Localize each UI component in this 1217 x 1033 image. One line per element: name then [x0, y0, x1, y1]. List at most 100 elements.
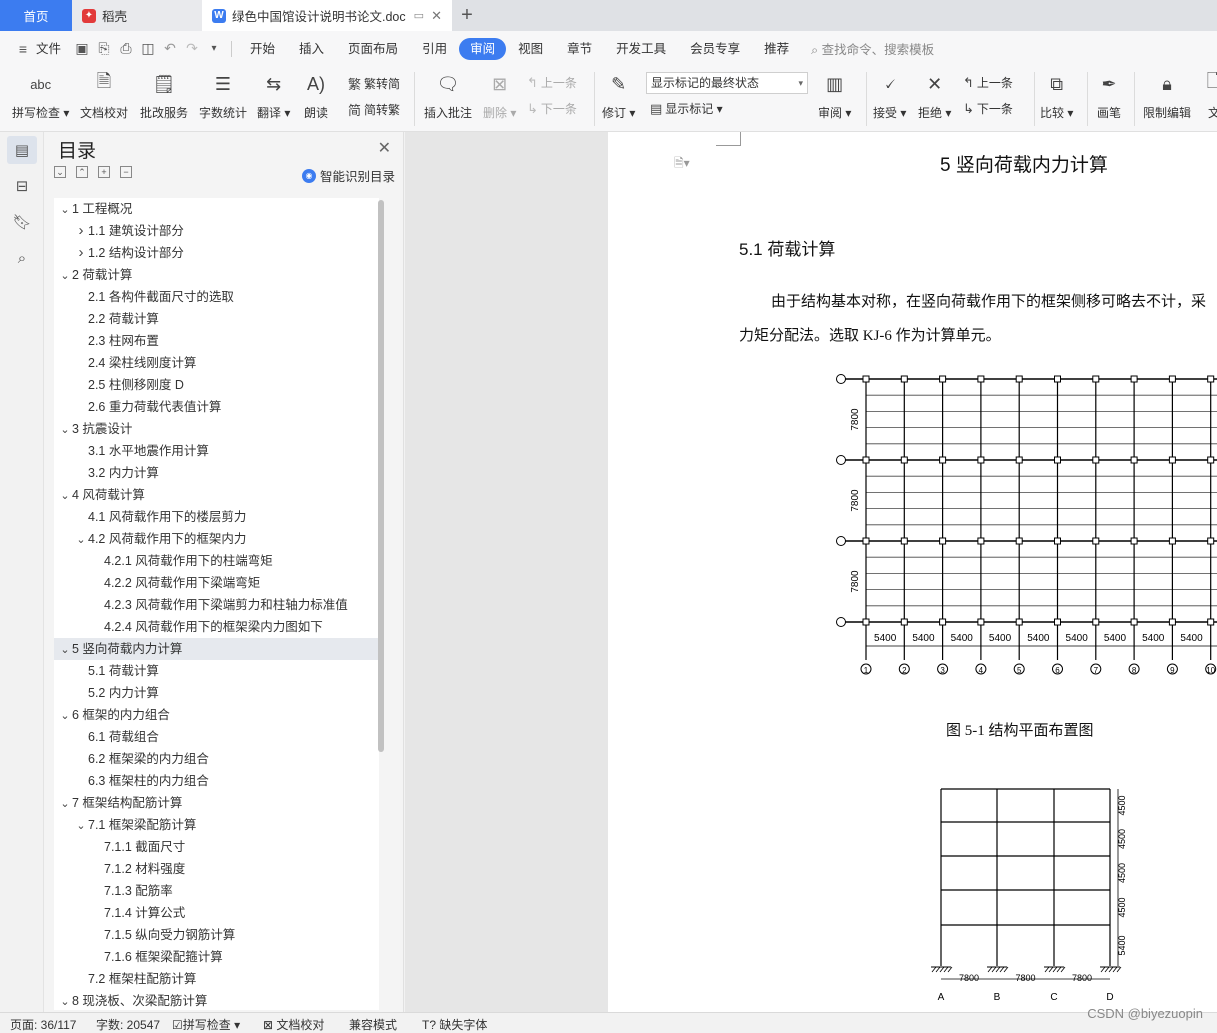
compare-button[interactable]: ⧉ 比较 ▾ — [1040, 70, 1073, 121]
translate-button[interactable]: ⇆ 翻译 ▾ — [257, 70, 290, 121]
toc-panel-icon[interactable]: ▤ — [7, 136, 37, 164]
toc-item[interactable]: ⌄ 7 框架结构配筋计算 — [54, 792, 379, 814]
prev-change-button[interactable]: ↰ 上一条 — [963, 74, 1013, 91]
tab-home[interactable]: 首页 — [0, 0, 72, 31]
markup-state-select[interactable]: 显示标记的最终状态 ▾ — [646, 72, 808, 94]
toc-item[interactable]: 4.2.3 风荷载作用下梁端剪力和柱轴力标准值 — [54, 594, 379, 616]
chevron-down-icon[interactable]: ⌄ — [58, 199, 72, 221]
read-aloud-button[interactable]: A) 朗读 — [303, 70, 329, 121]
bookmark-icon[interactable]: 🔖︎ — [7, 208, 37, 236]
close-icon[interactable]: ✕ — [378, 138, 391, 158]
chevron-down-icon[interactable]: ⌄ — [58, 793, 72, 815]
chevron-right-icon[interactable]: › — [74, 220, 88, 242]
reject-button[interactable]: ✕ 拒绝 ▾ — [918, 70, 951, 121]
toc-item[interactable]: ⌄ 7.1 框架梁配筋计算 — [54, 814, 379, 836]
toc-item[interactable]: › 1.1 建筑设计部分 — [54, 220, 379, 242]
toc-item[interactable]: 7.1.6 框架梁配箍计算 — [54, 946, 379, 968]
spell-check-button[interactable]: abc 拼写检查 ▾ — [12, 70, 69, 121]
menu-references[interactable]: 引用 — [410, 38, 459, 60]
doc-check-button[interactable]: 🗎 文档校对 — [80, 70, 128, 121]
show-markup-button[interactable]: ▤ 显示标记 ▾ — [650, 100, 723, 117]
toc-item-selected[interactable]: ⌄ 5 竖向荷载内力计算 — [54, 638, 379, 660]
command-search[interactable]: ⌕ 查找命令、搜索模板 — [801, 39, 934, 58]
menu-review[interactable]: 审阅 — [459, 37, 507, 60]
toc-item[interactable]: 2.2 荷载计算 — [54, 308, 379, 330]
toc-item[interactable]: 5.2 内力计算 — [54, 682, 379, 704]
doc-permission-button[interactable]: 🗋 文 — [1201, 70, 1217, 121]
compat-mode-status[interactable]: 兼容模式 — [349, 1016, 397, 1033]
chevron-down-icon[interactable]: ⌄ — [58, 485, 72, 507]
toc-item[interactable]: ⌄ 8 现浇板、次梁配筋计算 — [54, 990, 379, 1010]
review-pane-button[interactable]: ▥ 审阅 ▾ — [818, 70, 851, 121]
trad-to-simp-button[interactable]: 繁繁转简 — [348, 74, 400, 93]
menu-recommend[interactable]: 推荐 — [752, 38, 801, 60]
print-icon[interactable]: ⎙ — [115, 38, 137, 60]
export-icon[interactable]: ⎘ — [93, 38, 115, 60]
toc-item[interactable]: ⌄ 3 抗震设计 — [54, 418, 379, 440]
toc-item[interactable]: ⌄ 4.2 风荷载作用下的框架内力 — [54, 528, 379, 550]
word-count-indicator[interactable]: 字数: 20547 — [96, 1016, 160, 1033]
menu-member[interactable]: 会员专享 — [678, 38, 752, 60]
tab-document[interactable]: W 绿色中国馆设计说明书论文.doc ▭ ✕ — [202, 0, 452, 31]
toc-item[interactable]: ⌄ 6 框架的内力组合 — [54, 704, 379, 726]
toc-item[interactable]: 6.1 荷载组合 — [54, 726, 379, 748]
chevron-down-icon[interactable]: ⌄ — [74, 529, 88, 551]
toc-item[interactable]: 2.4 梁柱线刚度计算 — [54, 352, 379, 374]
new-tab-button[interactable]: + — [452, 0, 482, 31]
toc-item[interactable]: 7.1.1 截面尺寸 — [54, 836, 379, 858]
menu-developer[interactable]: 开发工具 — [604, 38, 678, 60]
toc-item[interactable]: 2.1 各构件截面尺寸的选取 — [54, 286, 379, 308]
delete-comment-button[interactable]: ⊠ 删除 ▾ — [483, 70, 516, 121]
chevron-right-icon[interactable]: › — [74, 242, 88, 264]
menu-insert[interactable]: 插入 — [287, 38, 336, 60]
next-comment-button[interactable]: ↳ 下一条 — [527, 100, 577, 117]
toc-item[interactable]: › 1.2 结构设计部分 — [54, 242, 379, 264]
chevron-down-icon[interactable]: ⌄ — [58, 705, 72, 727]
toc-item[interactable]: 6.2 框架梁的内力组合 — [54, 748, 379, 770]
toc-item[interactable]: 6.3 框架柱的内力组合 — [54, 770, 379, 792]
chapter-nav-icon[interactable]: ⊟ — [7, 172, 37, 200]
toc-item[interactable]: 7.1.2 材料强度 — [54, 858, 379, 880]
remove-level-icon[interactable]: − — [120, 166, 132, 178]
print-preview-icon[interactable]: ◫ — [137, 38, 159, 60]
track-changes-button[interactable]: ✎ 修订 ▾ — [602, 70, 635, 121]
toc-item[interactable]: 7.1.4 计算公式 — [54, 902, 379, 924]
menu-start[interactable]: 开始 — [238, 38, 287, 60]
toc-item[interactable]: 7.1.5 纵向受力钢筋计算 — [54, 924, 379, 946]
simp-to-trad-button[interactable]: 简简转繁 — [348, 100, 400, 119]
chevron-down-icon[interactable]: ⌄ — [58, 265, 72, 287]
collapse-all-icon[interactable]: ⌄ — [54, 166, 66, 178]
toc-item[interactable]: 5.1 荷载计算 — [54, 660, 379, 682]
toc-item[interactable]: 3.1 水平地震作用计算 — [54, 440, 379, 462]
menu-chapter[interactable]: 章节 — [555, 38, 604, 60]
paragraph-menu-icon[interactable]: 🗎▾ — [674, 154, 690, 175]
save-icon[interactable]: ▣ — [71, 38, 93, 60]
menu-page-layout[interactable]: 页面布局 — [336, 38, 410, 60]
accept-button[interactable]: 🗸 接受 ▾ — [873, 70, 906, 121]
redo-icon[interactable]: ↷ — [181, 38, 203, 60]
chevron-down-icon[interactable]: ⌄ — [74, 815, 88, 837]
toc-item[interactable]: 4.2.4 风荷载作用下的框架梁内力图如下 — [54, 616, 379, 638]
pen-button[interactable]: ✒ 画笔 — [1096, 70, 1122, 121]
quick-access-dropdown-icon[interactable]: ▾ — [203, 38, 225, 60]
toc-item[interactable]: 3.2 内力计算 — [54, 462, 379, 484]
page-indicator[interactable]: 页面: 36/117 — [10, 1016, 76, 1033]
toc-item[interactable]: 4.2.1 风荷载作用下的柱端弯矩 — [54, 550, 379, 572]
menu-view[interactable]: 视图 — [506, 38, 555, 60]
toc-item[interactable]: 2.3 柱网布置 — [54, 330, 379, 352]
next-change-button[interactable]: ↳ 下一条 — [963, 100, 1013, 117]
monitor-icon[interactable]: ▭ — [414, 9, 424, 22]
add-level-icon[interactable]: + — [98, 166, 110, 178]
undo-icon[interactable]: ↶ — [159, 38, 181, 60]
find-icon[interactable]: ⌕ — [7, 244, 37, 272]
chevron-down-icon[interactable]: ⌄ — [58, 419, 72, 441]
restrict-editing-button[interactable]: 🔒︎ 限制编辑 — [1143, 70, 1191, 121]
menu-file[interactable]: 文件 — [34, 38, 71, 60]
doc-check-status[interactable]: ⊠ 文档校对 — [263, 1016, 324, 1033]
missing-font-status[interactable]: T? 缺失字体 — [422, 1016, 487, 1033]
toc-item[interactable]: ⌄ 4 风荷载计算 — [54, 484, 379, 506]
chevron-down-icon[interactable]: ⌄ — [58, 991, 72, 1010]
toc-scrollbar[interactable] — [378, 200, 384, 752]
toc-item[interactable]: ⌄ 2 荷载计算 — [54, 264, 379, 286]
toc-item[interactable]: 4.2.2 风荷载作用下梁端弯矩 — [54, 572, 379, 594]
